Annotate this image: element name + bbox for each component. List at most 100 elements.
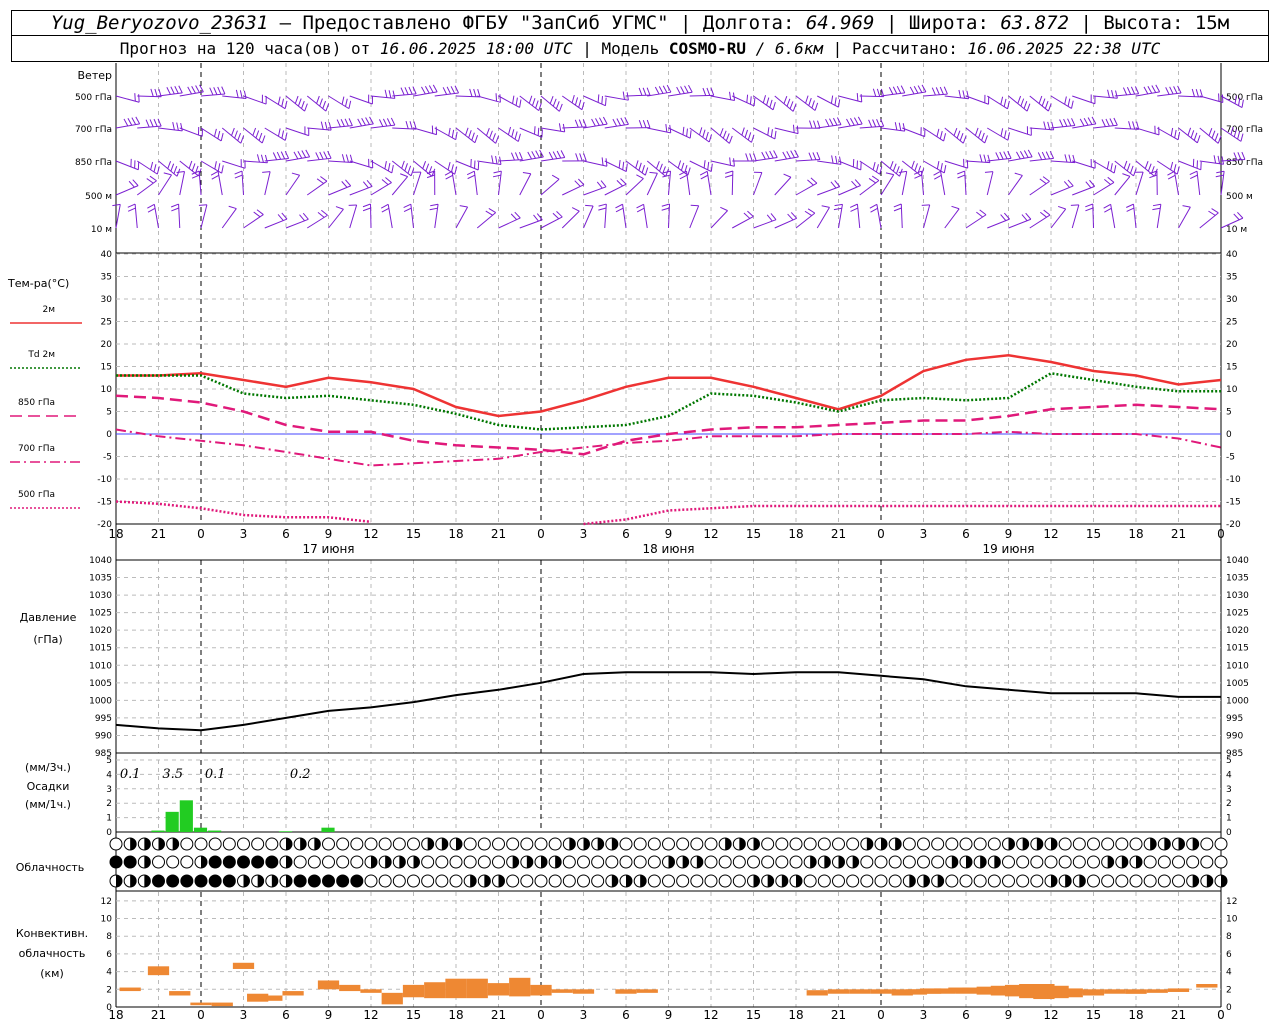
cloud-cover-symbol — [194, 837, 208, 851]
cloud-cover-symbol — [1044, 855, 1058, 869]
wind-level-label: 500 м — [85, 192, 112, 202]
precip-3h-sum: 0.1 — [120, 767, 141, 782]
x-tick-label-bottom: 21 — [491, 1008, 506, 1022]
cloud-cover-symbol — [180, 837, 194, 851]
cloud-cover-symbol — [534, 855, 548, 869]
x-tick-label: 15 — [1086, 527, 1101, 541]
conv-ytick-right: 12 — [1226, 897, 1237, 907]
wind-level-label: 850 гПа — [75, 158, 112, 168]
wind-barb — [179, 84, 204, 97]
wind-barb — [477, 93, 501, 103]
pres-ytick-right: 1040 — [1226, 556, 1249, 566]
cloud-cover-symbol — [874, 855, 888, 869]
temp-ytick: 20 — [101, 340, 113, 350]
cloud-cover-symbol — [350, 874, 364, 888]
wind-barb — [987, 150, 1012, 162]
conv-ytick: 10 — [101, 915, 113, 925]
wind-barb — [1008, 172, 1023, 196]
pres-ytick: 995 — [95, 714, 112, 724]
wind-barb — [795, 151, 821, 162]
temp-ytick: 25 — [101, 318, 112, 328]
x-tick-label: 0 — [1217, 527, 1225, 541]
precip-ytick-right: 1 — [1226, 814, 1232, 824]
wind-barb — [476, 127, 500, 144]
cloud-cover-symbol — [662, 874, 675, 888]
wind-barb — [498, 95, 522, 108]
pres-ytick: 1005 — [89, 679, 112, 689]
wind-barb — [403, 203, 414, 229]
temp-ytick: 10 — [101, 385, 113, 395]
wind-barb — [561, 207, 580, 229]
cloud-cover-symbol — [520, 837, 534, 851]
cloud-cover-symbol — [973, 855, 987, 869]
wind-barb — [362, 203, 372, 229]
cloud-cover-symbol — [350, 837, 364, 851]
pres-ytick-right: 995 — [1226, 714, 1243, 724]
cloud-cover-symbol — [987, 837, 1001, 851]
x-tick-label: 6 — [622, 527, 630, 541]
conv-ytick: 4 — [106, 968, 112, 978]
wind-barb — [583, 157, 608, 167]
wind-barb — [987, 212, 1010, 229]
cloud-cover-symbol — [1087, 874, 1100, 888]
cloud-cover-symbol — [251, 874, 265, 888]
x-tick-label-bottom: 6 — [962, 1008, 970, 1022]
wind-barb — [957, 170, 967, 196]
convective-bar — [1125, 990, 1147, 994]
wind-barb — [986, 95, 1010, 110]
wind-barb — [1008, 95, 1031, 112]
cloud-cover-symbol — [1101, 837, 1115, 851]
cloud-cover-symbol — [888, 855, 902, 869]
cloud-cover-symbol — [477, 837, 491, 851]
date-label: 18 июня — [642, 542, 694, 556]
wind-barb — [115, 116, 141, 129]
cloud-cover-symbol — [152, 855, 165, 869]
cloud-cover-symbol — [336, 855, 350, 869]
cloud-cover-symbol — [959, 874, 973, 888]
conv-ytick-right: 4 — [1226, 968, 1232, 978]
cloud-cover-symbol — [732, 837, 746, 851]
x-tick-label: 21 — [151, 527, 166, 541]
precip-3h-sum: 0.1 — [205, 767, 226, 782]
cloud-cover-symbol — [322, 874, 335, 888]
cloud-cover-symbol — [803, 855, 817, 869]
wind-barb — [1114, 160, 1137, 177]
wind-barb — [221, 127, 245, 144]
precip-ytick: 5 — [106, 756, 112, 766]
wind-barb — [306, 209, 328, 229]
temp-ytick: 5 — [106, 408, 112, 418]
wind-barb — [902, 84, 927, 97]
temp-ytick-right: 30 — [1226, 295, 1238, 305]
wind-barb — [391, 173, 409, 196]
convective-bar — [1167, 988, 1190, 992]
wind-barb — [944, 158, 969, 169]
cloud-cover-symbol — [917, 874, 930, 888]
cloud-cover-symbol — [973, 874, 987, 888]
cloud-cover-symbol — [166, 874, 180, 888]
cloud-cover-symbol — [832, 874, 845, 888]
cloud-cover-symbol — [647, 874, 661, 888]
wind-barb — [838, 158, 862, 171]
cloud-cover-symbol — [378, 874, 392, 888]
convective-bar — [509, 977, 531, 997]
x-tick-label-bottom: 6 — [622, 1008, 630, 1022]
cloud-cover-symbol — [463, 874, 477, 888]
wind-barb — [137, 118, 162, 129]
wind-level-label-right: 10 м — [1226, 225, 1247, 235]
convective-bar — [487, 983, 510, 996]
cloud-cover-symbol — [917, 837, 930, 851]
wind-barb — [1152, 203, 1162, 229]
cloud-cover-symbol — [690, 855, 704, 869]
wind-barb — [817, 180, 841, 196]
x-tick-label-bottom: 3 — [920, 1008, 928, 1022]
x-tick-label: 3 — [580, 527, 588, 541]
cloud-cover-symbol — [803, 837, 817, 851]
wind-barb — [540, 123, 566, 133]
wind-barb — [455, 158, 480, 171]
wind-barb — [1199, 127, 1222, 144]
cloud-cover-symbol — [1058, 837, 1072, 851]
cloud-cover-symbol — [1044, 837, 1058, 851]
convective-bar — [806, 990, 828, 996]
cloud-cover-symbol — [506, 855, 520, 869]
precip-bar — [208, 830, 222, 832]
